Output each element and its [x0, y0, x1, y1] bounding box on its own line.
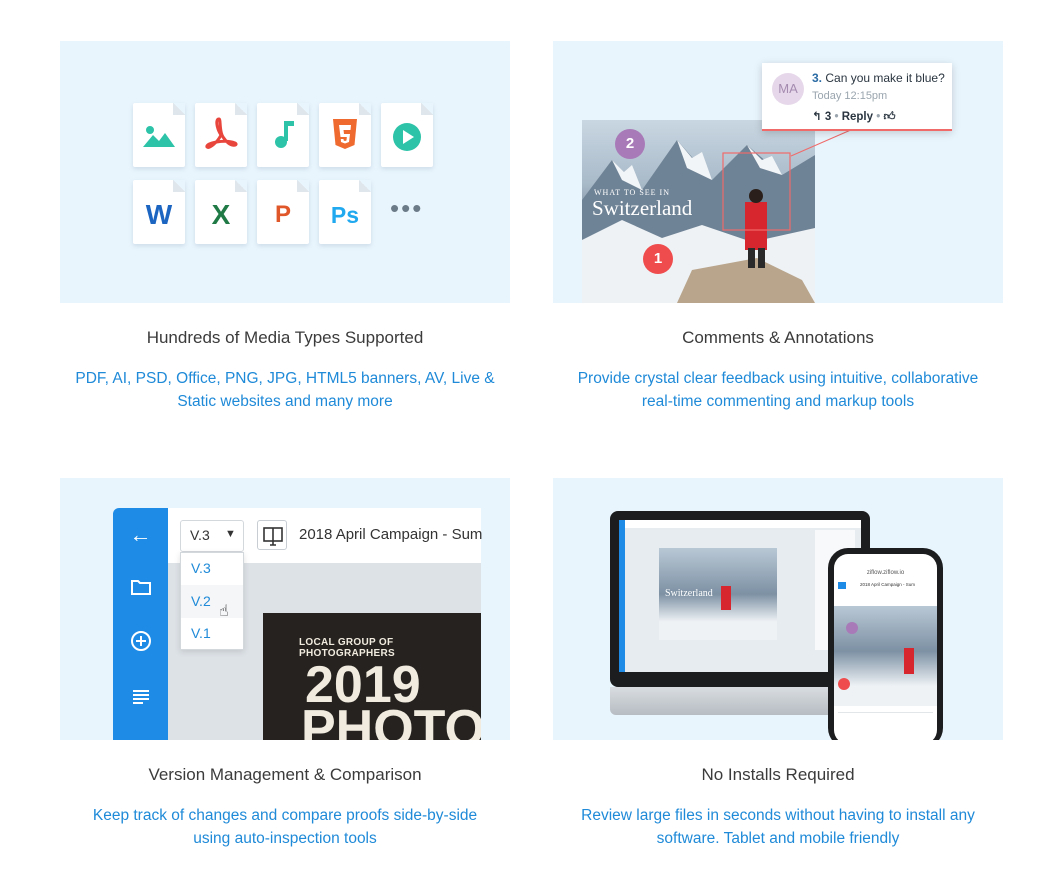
- version-option-v2[interactable]: V.2: [191, 593, 211, 609]
- card-description: PDF, AI, PSD, Office, PNG, JPG, HTML5 ba…: [60, 367, 510, 413]
- card-description-line: Keep track of changes and compare proofs…: [92, 807, 478, 824]
- version-option-v3[interactable]: V.3: [191, 560, 211, 576]
- image-icon: [143, 126, 175, 147]
- card-description: Keep track of changes and compare proofs…: [60, 804, 510, 850]
- html5-file-tile: [319, 103, 371, 167]
- document-title: 2018 April Campaign - Sum: [299, 526, 483, 543]
- add-icon[interactable]: [113, 630, 168, 658]
- card-title: Comments & Annotations: [682, 328, 874, 347]
- card-description-line: using auto-inspection tools: [193, 830, 377, 847]
- excel-icon: X: [211, 199, 231, 230]
- annotation-pin-1[interactable]: 1: [643, 244, 673, 274]
- card-description-line: PDF, AI, PSD, Office, PNG, JPG, HTML5 ba…: [75, 370, 495, 387]
- card-title: No Installs Required: [701, 765, 855, 784]
- html5-icon: [333, 119, 357, 149]
- pdf-file-tile: [195, 103, 247, 167]
- card-title: Version Management & Comparison: [148, 765, 422, 784]
- reply-arrow-icon: ↰: [812, 111, 822, 123]
- back-arrow-icon[interactable]: ←: [113, 522, 168, 548]
- hand-cursor-icon: ☝: [219, 603, 229, 620]
- desktop-photo-title: Switzerland: [665, 588, 713, 599]
- phone-screen: ziflow.ziflow.io 2018 April Campaign - S…: [834, 554, 937, 740]
- card-description-line: Review large files in seconds without ha…: [581, 807, 975, 824]
- list-icon[interactable]: [113, 686, 168, 712]
- compare-button[interactable]: [257, 520, 287, 550]
- version-panel: ← LOCAL GROUP OF PHOTOGRAPHERS 2019 PHOT…: [60, 478, 510, 740]
- card-description-line: Static websites and many more: [177, 393, 393, 410]
- chevron-down-icon: ▼: [225, 528, 236, 540]
- media-types-panel: W X P Ps •••: [60, 41, 510, 303]
- annotation-pin-2[interactable]: 2: [615, 129, 645, 159]
- word-icon: W: [145, 199, 173, 230]
- card-description-line: Provide crystal clear feedback using int…: [577, 370, 979, 387]
- comment-number: 3.: [812, 71, 823, 85]
- powerpoint-file-tile: P: [257, 180, 309, 244]
- excel-file-tile: X: [195, 180, 247, 244]
- video-file-tile: [381, 103, 433, 167]
- version-select-value: V.3: [190, 527, 210, 543]
- poster-preview: LOCAL GROUP OF PHOTOGRAPHERS 2019 PHOTO: [263, 613, 481, 740]
- phone-url: ziflow.ziflow.io: [866, 570, 905, 576]
- app-sidebar: ←: [113, 508, 168, 740]
- image-file-tile: [133, 103, 185, 167]
- pdf-icon: [205, 117, 238, 149]
- video-icon: [393, 123, 421, 151]
- compare-icon: [263, 527, 283, 546]
- comment-text: 3. Can you make it blue?: [812, 71, 945, 85]
- reply-button[interactable]: Reply: [842, 111, 873, 123]
- powerpoint-icon: P: [274, 201, 291, 228]
- audio-file-tile: [257, 103, 309, 167]
- photoshop-file-tile: Ps: [319, 180, 371, 244]
- comment-actions: ↰ 3 • Reply • 👍︎: [812, 111, 896, 123]
- card-description-line: software. Tablet and mobile friendly: [656, 830, 900, 847]
- comment-popup: MA 3. Can you make it blue? Today 12:15p…: [762, 63, 952, 131]
- poster-word: PHOTO: [301, 700, 481, 740]
- desktop-photo: Switzerland: [659, 548, 777, 640]
- desktop-screen: Switzerland: [619, 520, 861, 672]
- card-description: Provide crystal clear feedback using int…: [553, 367, 1003, 413]
- version-option-v1[interactable]: V.1: [191, 625, 211, 641]
- comments-panel: WHAT TO SEE IN Switzerland 2 1 MA 3. Can…: [553, 41, 1003, 303]
- mobile-phone: ziflow.ziflow.io 2018 April Campaign - S…: [828, 548, 943, 740]
- phone-doc-title: 2018 April Campaign - Sum: [860, 582, 916, 587]
- photoshop-icon: Ps: [330, 202, 360, 228]
- comment-body: Can you make it blue?: [825, 71, 945, 85]
- version-select[interactable]: V.3 ▼: [180, 520, 244, 552]
- avatar: MA: [772, 73, 804, 105]
- comment-time: Today 12:15pm: [812, 90, 888, 102]
- audio-icon: [275, 121, 294, 148]
- card-description: Review large files in seconds without ha…: [553, 804, 1003, 850]
- devices-panel: Switzerland ziflow.ziflow.io 2018 April …: [553, 478, 1003, 740]
- reply-count: 3: [824, 111, 832, 123]
- card-description-line: real-time commenting and markup tools: [641, 393, 915, 410]
- like-icon[interactable]: 👍︎: [883, 111, 895, 123]
- more-types-icon: •••: [390, 193, 424, 223]
- folder-icon[interactable]: [113, 576, 168, 602]
- version-dropdown: V.3 V.2 V.1 ☝: [180, 552, 244, 650]
- word-file-tile: W: [133, 180, 185, 244]
- card-title: Hundreds of Media Types Supported: [146, 328, 424, 347]
